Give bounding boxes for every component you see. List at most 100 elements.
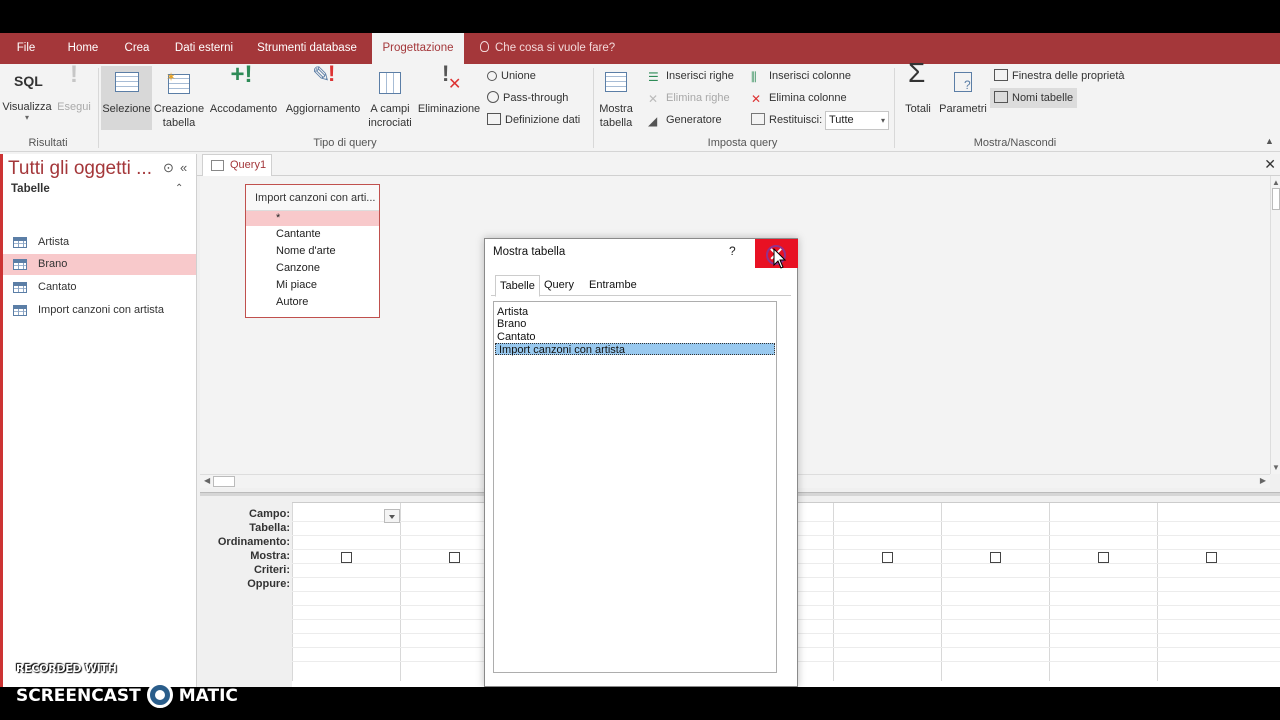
field-dropdown-button[interactable] bbox=[384, 509, 400, 523]
grid-label-campo: Campo: bbox=[249, 508, 290, 520]
nav-item-brano[interactable]: Brano bbox=[3, 254, 196, 275]
help-button[interactable]: ? bbox=[729, 244, 736, 258]
creazione-tabella-button[interactable]: ✶ Creazione tabella bbox=[153, 70, 205, 130]
finestra-proprieta-button[interactable]: Finestra delle proprietà bbox=[994, 66, 1125, 86]
document-tab-query1[interactable]: Query1 bbox=[202, 154, 272, 176]
selezione-label: Selezione bbox=[102, 103, 151, 115]
visualizza-button[interactable]: SQL Visualizza ▾ bbox=[2, 68, 52, 130]
elimina-righe-button[interactable]: ✕ Elimina righe bbox=[648, 88, 730, 108]
list-item[interactable]: Brano bbox=[494, 318, 776, 330]
watermark-line1: RECORDED WITH bbox=[16, 662, 117, 675]
list-item[interactable]: Artista bbox=[494, 306, 776, 318]
globe-icon bbox=[487, 91, 499, 103]
tab-entrambe[interactable]: Entrambe bbox=[585, 275, 641, 297]
nav-section-tabelle[interactable]: Tabelle bbox=[11, 183, 50, 195]
definizione-dati-label: Definizione dati bbox=[505, 114, 581, 126]
nav-item-cantato[interactable]: Cantato bbox=[3, 277, 196, 298]
grid-column[interactable] bbox=[941, 503, 942, 681]
show-checkbox[interactable] bbox=[449, 552, 460, 563]
elimina-colonne-button[interactable]: ✕ Elimina colonne bbox=[751, 88, 847, 108]
field-cantante[interactable]: Cantante bbox=[246, 226, 379, 243]
pass-through-button[interactable]: Pass-through bbox=[487, 88, 568, 108]
parametri-button[interactable]: ? Parametri bbox=[938, 70, 988, 116]
nav-menu-icon[interactable]: ⊙ bbox=[163, 160, 174, 176]
nav-item-import[interactable]: Import canzoni con artista bbox=[3, 300, 196, 321]
group-label-risultati: Risultati bbox=[28, 137, 68, 149]
field-autore[interactable]: Autore bbox=[246, 294, 379, 311]
tab-tabelle[interactable]: Tabelle bbox=[495, 275, 540, 297]
nav-title[interactable]: Tutti gli oggetti ... bbox=[8, 158, 152, 180]
nav-item-label: Cantato bbox=[38, 281, 77, 293]
grid-column[interactable] bbox=[400, 503, 401, 681]
vertical-scrollbar[interactable]: ▲ ▼ bbox=[1270, 176, 1280, 474]
return-icon bbox=[751, 113, 765, 125]
restituisci-select[interactable]: Tutte ▾ bbox=[825, 111, 889, 130]
aggiornamento-label: Aggiornamento bbox=[285, 103, 361, 115]
tab-progettazione[interactable]: Progettazione bbox=[372, 33, 464, 64]
selezione-button[interactable]: Selezione bbox=[101, 66, 152, 130]
campi-incrociati-button[interactable]: A campi incrociati bbox=[365, 70, 415, 130]
field-list-title[interactable]: Import canzoni con arti... bbox=[246, 185, 379, 211]
mostra-tabella-dialog: Mostra tabella ? Tabelle Query Entrambe … bbox=[484, 238, 798, 687]
esegui-button[interactable]: ! Esegui bbox=[55, 61, 93, 124]
tab-query[interactable]: Query bbox=[540, 275, 578, 297]
mostra-tabella-button[interactable]: Mostra tabella bbox=[596, 70, 636, 130]
totali-button[interactable]: Σ Totali bbox=[900, 59, 936, 116]
field-list-window[interactable]: Import canzoni con arti... * Cantante No… bbox=[245, 184, 380, 318]
field-mi-piace[interactable]: Mi piace bbox=[246, 277, 379, 294]
watermark-matic: MATIC bbox=[178, 686, 238, 706]
mouse-pointer-icon bbox=[773, 248, 787, 269]
field-nome-darte[interactable]: Nome d'arte bbox=[246, 243, 379, 260]
tab-home[interactable]: Home bbox=[60, 33, 106, 64]
grid-column[interactable] bbox=[292, 503, 293, 681]
table-names-icon bbox=[994, 91, 1008, 103]
insert-columns-icon: ⫼ bbox=[751, 70, 757, 84]
list-item-selected[interactable]: Import canzoni con artista bbox=[495, 342, 775, 356]
wand-icon: ◢ bbox=[648, 114, 658, 128]
table-listbox[interactable]: Artista Brano Cantato Import canzoni con… bbox=[493, 301, 777, 673]
definizione-dati-button[interactable]: Definizione dati bbox=[487, 110, 580, 130]
restituisci-label-row: Restituisci: bbox=[751, 110, 822, 130]
tab-strumenti-database[interactable]: Strumenti database bbox=[252, 33, 362, 64]
generatore-button[interactable]: ◢ Generatore bbox=[648, 110, 722, 130]
show-checkbox[interactable] bbox=[990, 552, 1001, 563]
restituisci-label: Restituisci: bbox=[769, 114, 823, 126]
nomi-tabelle-button[interactable]: Nomi tabelle bbox=[990, 88, 1078, 108]
unione-button[interactable]: Unione bbox=[487, 66, 536, 86]
elimina-colonne-label: Elimina colonne bbox=[769, 92, 847, 104]
show-checkbox[interactable] bbox=[1206, 552, 1217, 563]
grid-column[interactable] bbox=[833, 503, 834, 681]
data-definition-icon bbox=[487, 113, 501, 125]
accodamento-button[interactable]: +! Accodamento bbox=[206, 61, 281, 116]
make-table-icon: ✶ bbox=[164, 70, 194, 98]
inserisci-righe-button[interactable]: ☰ Inserisci righe bbox=[648, 66, 734, 86]
close-document-icon[interactable]: ✕ bbox=[1264, 156, 1276, 173]
aggiornamento-button[interactable]: ✎! Aggiornamento bbox=[282, 63, 364, 116]
group-label-tipo-query: Tipo di query bbox=[313, 137, 377, 149]
field-star[interactable]: * bbox=[246, 211, 379, 226]
collapse-ribbon-icon[interactable]: ▲ bbox=[1265, 136, 1274, 146]
tab-file[interactable]: File bbox=[6, 33, 46, 64]
exclamation-icon: ! bbox=[70, 61, 78, 88]
tab-dati-esterni[interactable]: Dati esterni bbox=[168, 33, 240, 64]
show-checkbox[interactable] bbox=[882, 552, 893, 563]
show-checkbox[interactable] bbox=[341, 552, 352, 563]
visualizza-label: Visualizza bbox=[2, 101, 52, 113]
grid-column[interactable] bbox=[1157, 503, 1158, 681]
list-item[interactable]: Cantato bbox=[494, 331, 776, 343]
watermark-screencast: SCREENCAST bbox=[16, 686, 141, 706]
nav-collapse-icon[interactable]: « bbox=[180, 160, 187, 175]
parameters-icon: ? bbox=[948, 70, 978, 98]
grid-column[interactable] bbox=[1049, 503, 1050, 681]
elimina-righe-label: Elimina righe bbox=[666, 92, 730, 104]
delete-rows-icon: ✕ bbox=[648, 92, 659, 106]
eliminazione-button[interactable]: ! ✕ Eliminazione bbox=[416, 63, 482, 116]
section-collapse-icon[interactable]: ⌃ bbox=[175, 183, 183, 194]
tell-me-box[interactable]: Che cosa si vuole fare? bbox=[480, 33, 615, 64]
field-canzone[interactable]: Canzone bbox=[246, 260, 379, 277]
inserisci-colonne-button[interactable]: ⫼ Inserisci colonne bbox=[751, 66, 851, 86]
nav-item-artista[interactable]: Artista bbox=[3, 232, 196, 253]
tab-crea[interactable]: Crea bbox=[118, 33, 156, 64]
append-icon: +! bbox=[230, 61, 253, 88]
show-checkbox[interactable] bbox=[1098, 552, 1109, 563]
